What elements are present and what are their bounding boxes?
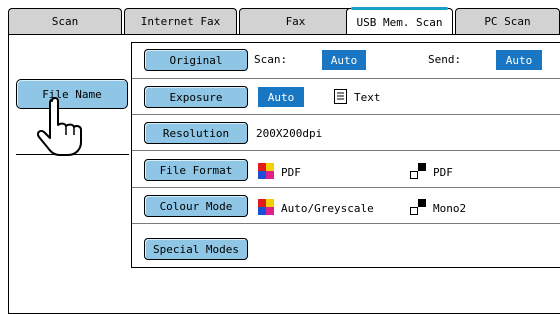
text-document-icon [334,89,347,104]
resolution-label: Resolution [162,126,230,140]
file-format-button[interactable]: File Format [144,159,248,181]
settings-area [131,42,560,268]
file-format-label: File Format [159,163,233,177]
color-squares-icon [258,163,274,179]
special-modes-label: Special Modes [152,242,240,256]
row-divider [132,114,560,115]
row-divider [132,223,560,224]
send-size-label: Send: [428,53,462,66]
active-tab-indicator [351,7,448,10]
send-size-value-text: Auto [505,53,533,67]
exposure-button[interactable]: Exposure [144,86,248,108]
original-label: Original [169,53,223,67]
scan-size-value: Auto [322,50,366,70]
scan-size-label: Scan: [254,53,288,66]
row-divider [132,187,560,188]
exposure-value: Auto [258,87,304,107]
tab-scan[interactable]: Scan [8,8,122,34]
colour-mode-color-value: Auto/Greyscale [281,202,374,215]
resolution-value: 200X200dpi [256,127,323,140]
exposure-label: Exposure [169,90,223,104]
colour-mode-label: Colour Mode [159,199,233,213]
exposure-value-text: Auto [267,90,295,104]
scan-size-value-text: Auto [330,53,358,67]
tab-bar: Scan Internet Fax Fax USB Mem. Scan PC S… [8,7,560,36]
tab-usb-mem-scan[interactable]: USB Mem. Scan [346,7,453,36]
tab-usb-mem-scan-label: USB Mem. Scan [356,16,443,29]
exposure-mode-text: Text [354,91,381,104]
tab-internet-fax[interactable]: Internet Fax [124,8,237,34]
file-format-color-value: PDF [281,166,301,179]
special-modes-button[interactable]: Special Modes [144,238,248,260]
row-divider [132,150,560,151]
mono-squares-icon [410,163,426,179]
original-button[interactable]: Original [144,49,248,71]
resolution-button[interactable]: Resolution [144,122,248,144]
tab-internet-fax-label: Internet Fax [140,15,221,28]
row-divider [132,78,560,79]
color-squares-icon [258,199,274,215]
colour-mode-button[interactable]: Colour Mode [144,195,248,217]
tab-fax[interactable]: Fax [239,8,352,34]
tab-pc-scan[interactable]: PC Scan [455,8,560,34]
colour-mode-mono-value: Mono2 [433,202,467,215]
file-format-mono-value: PDF [433,166,453,179]
mono-squares-icon [410,199,426,215]
pointing-hand-icon [36,97,82,156]
tab-pc-scan-label: PC Scan [484,15,531,28]
tab-scan-label: Scan [51,15,79,28]
tab-fax-label: Fax [285,15,306,28]
send-size-value: Auto [496,50,542,70]
